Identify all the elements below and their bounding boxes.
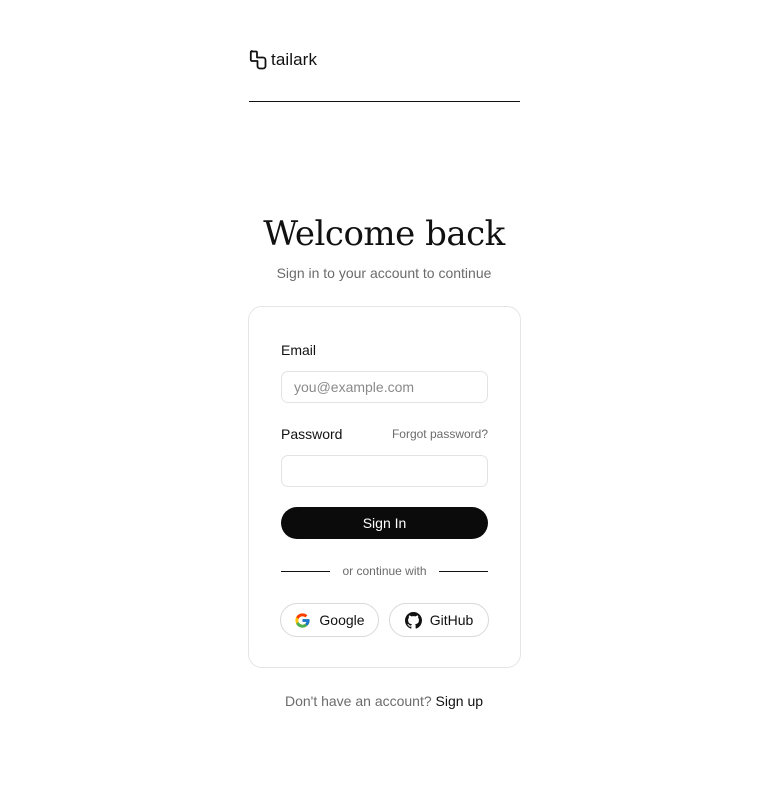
password-field[interactable] xyxy=(281,455,488,487)
sign-up-link[interactable]: Sign up xyxy=(436,693,483,709)
brand-name: tailark xyxy=(271,50,318,69)
google-button[interactable]: Google xyxy=(280,603,379,637)
brand[interactable]: tailark xyxy=(249,48,520,72)
github-button[interactable]: GitHub xyxy=(389,603,489,637)
header: tailark xyxy=(249,48,520,102)
email-field[interactable] xyxy=(281,371,488,403)
signup-prompt-text: Don't have an account? xyxy=(284,693,432,709)
google-button-label: Google xyxy=(319,612,365,628)
password-label: Password xyxy=(281,426,343,442)
signin-card: Email Password Forgot password? Sign In … xyxy=(248,306,521,668)
github-button-label: GitHub xyxy=(429,612,474,628)
page-title: Welcome back xyxy=(263,214,505,254)
tailark-logo-icon xyxy=(249,50,267,70)
github-icon xyxy=(404,611,422,629)
forgot-password-link[interactable]: Forgot password? xyxy=(392,427,488,441)
email-label: Email xyxy=(281,342,317,358)
signup-prompt: Don't have an account? Sign up xyxy=(0,693,768,709)
divider: or continue with xyxy=(281,564,488,580)
divider-line-right xyxy=(439,571,488,572)
google-icon xyxy=(295,612,311,628)
sign-in-button[interactable]: Sign In xyxy=(281,507,488,539)
page-subtitle: Sign in to your account to continue xyxy=(276,265,492,281)
